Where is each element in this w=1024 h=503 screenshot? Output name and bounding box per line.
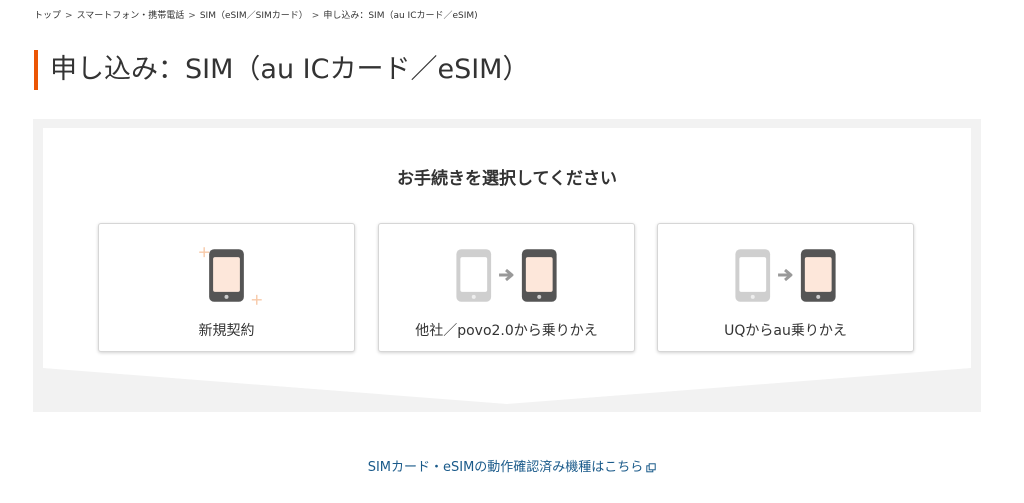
compatible-devices-link-label: SIMカード・eSIMの動作確認済み機種はこちら (367, 460, 644, 475)
page-title: 申し込み：SIM（au ICカード／eSIM） (34, 50, 529, 90)
procedure-selector-inner: お手続きを選択してください 新規契約 他社／povo2.0から乗りかえ UQから… (43, 128, 971, 368)
breadcrumb-separator: > (188, 11, 196, 21)
procedure-selector-panel: お手続きを選択してください 新規契約 他社／povo2.0から乗りかえ UQから… (33, 119, 981, 412)
breadcrumb-item-top[interactable]: トップ (34, 11, 61, 21)
breadcrumb: トップ > スマートフォン・携帯電話 > SIM（eSIM／SIMカード） > 申し込み：S… (34, 8, 478, 21)
breadcrumb-item-current: 申し込み：SIM（au ICカード／eSIM) (323, 11, 478, 21)
down-chevron-decoration (43, 368, 971, 404)
external-link-icon (646, 462, 656, 472)
option-transfer-other-carrier-button[interactable]: 他社／povo2.0から乗りかえ (378, 223, 635, 352)
procedure-heading: お手続きを選択してください (397, 169, 617, 189)
option-uq-to-au-button[interactable]: UQからau乗りかえ (657, 223, 914, 352)
option-label: UQからau乗りかえ (724, 323, 847, 339)
phone-transfer-icon (456, 249, 557, 302)
phone-transfer-icon (735, 249, 836, 302)
breadcrumb-separator: > (311, 11, 320, 21)
breadcrumb-separator: > (65, 11, 73, 21)
breadcrumb-item-smartphone[interactable]: スマートフォン・携帯電話 (77, 11, 185, 21)
option-label: 新規契約 (198, 323, 255, 339)
compatible-devices-link[interactable]: SIMカード・eSIMの動作確認済み機種はこちら (0, 456, 1024, 475)
option-new-contract-button[interactable]: 新規契約 (98, 223, 355, 352)
breadcrumb-item-sim[interactable]: SIM（eSIM／SIMカード） (200, 11, 308, 21)
option-label: 他社／povo2.0から乗りかえ (415, 323, 598, 339)
phone-icon (199, 247, 262, 305)
